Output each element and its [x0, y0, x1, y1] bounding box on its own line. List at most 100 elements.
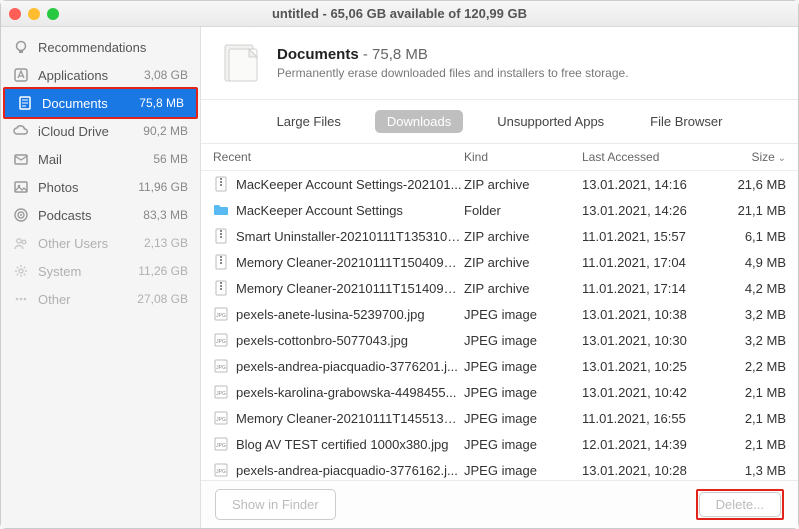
file-kind: JPEG image — [464, 411, 582, 426]
jpg-icon: JPG — [213, 332, 229, 348]
jpg-icon: JPG — [213, 410, 229, 426]
file-size: 1,3 MB — [714, 463, 786, 478]
minimize-icon[interactable] — [28, 8, 40, 20]
file-date: 11.01.2021, 15:57 — [582, 229, 714, 244]
sidebar-item-size: 83,3 MB — [143, 208, 188, 222]
file-kind: JPEG image — [464, 333, 582, 348]
sidebar-item-icloud-drive[interactable]: iCloud Drive90,2 MB — [1, 117, 200, 145]
dots-icon — [13, 291, 29, 307]
svg-text:JPG: JPG — [216, 391, 226, 397]
sidebar-item-size: 75,8 MB — [139, 96, 184, 110]
col-kind[interactable]: Kind — [464, 150, 582, 164]
file-kind: JPEG image — [464, 463, 582, 478]
tab-file-browser[interactable]: File Browser — [638, 110, 734, 133]
table-row[interactable]: MacKeeper Account Settings-202101...ZIP … — [201, 171, 798, 197]
titlebar: untitled - 65,06 GB available of 120,99 … — [1, 1, 798, 27]
table-row[interactable]: Memory Cleaner-20210111T151409Z-...ZIP a… — [201, 275, 798, 301]
col-last-accessed[interactable]: Last Accessed — [582, 150, 714, 164]
doc-icon — [17, 95, 33, 111]
tab-unsupported-apps[interactable]: Unsupported Apps — [485, 110, 616, 133]
show-in-finder-button[interactable]: Show in Finder — [215, 489, 336, 520]
file-name: pexels-andrea-piacquadio-3776201.j... — [236, 359, 464, 374]
zip-icon — [213, 176, 229, 192]
file-list: MacKeeper Account Settings-202101...ZIP … — [201, 171, 798, 480]
sidebar-item-podcasts[interactable]: Podcasts83,3 MB — [1, 201, 200, 229]
sidebar-item-documents[interactable]: Documents 75,8 MB — [5, 89, 196, 117]
file-name: Smart Uninstaller-20210111T135310Z... — [236, 229, 464, 244]
window-controls — [9, 8, 59, 20]
sidebar-item-other-users[interactable]: Other Users 2,13 GB — [1, 229, 200, 257]
file-size: 4,2 MB — [714, 281, 786, 296]
file-date: 13.01.2021, 10:25 — [582, 359, 714, 374]
table-row[interactable]: JPGpexels-karolina-grabowska-4498455...J… — [201, 379, 798, 405]
table-row[interactable]: Memory Cleaner-20210111T150409Z-...ZIP a… — [201, 249, 798, 275]
file-date: 11.01.2021, 17:04 — [582, 255, 714, 270]
sidebar-item-size: 2,13 GB — [144, 236, 188, 250]
mail-icon — [13, 151, 29, 167]
file-kind: JPEG image — [464, 385, 582, 400]
file-name: Memory Cleaner-20210111T151409Z-... — [236, 281, 464, 296]
file-size: 2,1 MB — [714, 385, 786, 400]
footer-bar: Show in Finder Delete... — [201, 480, 798, 528]
sidebar-item-other[interactable]: Other27,08 GB — [1, 285, 200, 313]
file-name: Memory Cleaner-20210111T145513Z-... — [236, 411, 464, 426]
delete-highlight: Delete... — [696, 489, 784, 520]
table-row[interactable]: JPGpexels-anete-lusina-5239700.jpgJPEG i… — [201, 301, 798, 327]
table-row[interactable]: JPGpexels-andrea-piacquadio-3776162.j...… — [201, 457, 798, 480]
sidebar-item-applications[interactable]: Applications3,08 GB — [1, 61, 200, 89]
file-size: 21,1 MB — [714, 203, 786, 218]
table-row[interactable]: JPG pexels-andrea-piacquadio-3776201.j...… — [201, 353, 798, 379]
col-size[interactable]: Size — [714, 150, 786, 164]
tab-downloads[interactable]: Downloads — [375, 110, 463, 133]
sidebar-item-recommendations[interactable]: Recommendations — [1, 33, 200, 61]
header-title: Documents - 75,8 MB — [277, 46, 629, 63]
file-size: 21,6 MB — [714, 177, 786, 192]
file-size: 2,1 MB — [714, 411, 786, 426]
podcast-icon — [13, 207, 29, 223]
tab-large-files[interactable]: Large Files — [265, 110, 353, 133]
file-date: 13.01.2021, 10:38 — [582, 307, 714, 322]
table-row[interactable]: JPG Memory Cleaner-20210111T145513Z-...JP… — [201, 405, 798, 431]
sidebar-item-size: 11,96 GB — [138, 180, 188, 194]
file-name: MacKeeper Account Settings — [236, 203, 464, 218]
category-header: Documents - 75,8 MB Permanently erase do… — [201, 27, 798, 100]
table-row[interactable]: MacKeeper Account SettingsFolder13.01.20… — [201, 197, 798, 223]
sidebar-item-photos[interactable]: Photos 11,96 GB — [1, 173, 200, 201]
jpg-icon: JPG — [213, 384, 229, 400]
file-date: 11.01.2021, 17:14 — [582, 281, 714, 296]
col-recent[interactable]: Recent — [213, 150, 464, 164]
file-name: pexels-cottonbro-5077043.jpg — [236, 333, 464, 348]
file-name: pexels-anete-lusina-5239700.jpg — [236, 307, 464, 322]
file-name: MacKeeper Account Settings-202101... — [236, 177, 464, 192]
svg-text:JPG: JPG — [216, 417, 226, 423]
sidebar-item-system[interactable]: System11,26 GB — [1, 257, 200, 285]
zoom-icon[interactable] — [47, 8, 59, 20]
svg-text:JPG: JPG — [216, 469, 226, 475]
zip-icon — [213, 280, 229, 296]
table-row[interactable]: Smart Uninstaller-20210111T135310Z...ZIP… — [201, 223, 798, 249]
svg-text:JPG: JPG — [216, 365, 226, 371]
jpg-icon: JPG — [213, 306, 229, 322]
sidebar-item-size: 56 MB — [153, 152, 188, 166]
close-icon[interactable] — [9, 8, 21, 20]
header-subtitle: Permanently erase downloaded files and i… — [277, 66, 629, 80]
jpg-icon: JPG — [213, 436, 229, 452]
sidebar: RecommendationsApplications3,08 GBDocume… — [1, 27, 201, 528]
sidebar-item-mail[interactable]: Mail56 MB — [1, 145, 200, 173]
folder-icon — [213, 202, 229, 218]
file-kind: ZIP archive — [464, 177, 582, 192]
sidebar-item-label: System — [38, 264, 129, 279]
file-name: Blog AV TEST certified 1000x380.jpg — [236, 437, 464, 452]
svg-text:JPG: JPG — [216, 339, 226, 345]
file-kind: JPEG image — [464, 359, 582, 374]
table-row[interactable]: JPG Blog AV TEST certified 1000x380.jpgJP… — [201, 431, 798, 457]
table-row[interactable]: JPG pexels-cottonbro-5077043.jpgJPEG imag… — [201, 327, 798, 353]
sidebar-item-label: Photos — [38, 180, 129, 195]
sidebar-item-label: Other Users — [38, 236, 135, 251]
users-icon — [13, 235, 29, 251]
file-kind: JPEG image — [464, 437, 582, 452]
sidebar-item-label: Other — [38, 292, 128, 307]
delete-button[interactable]: Delete... — [699, 492, 781, 517]
file-date: 12.01.2021, 14:39 — [582, 437, 714, 452]
sidebar-item-label: Documents — [42, 96, 130, 111]
